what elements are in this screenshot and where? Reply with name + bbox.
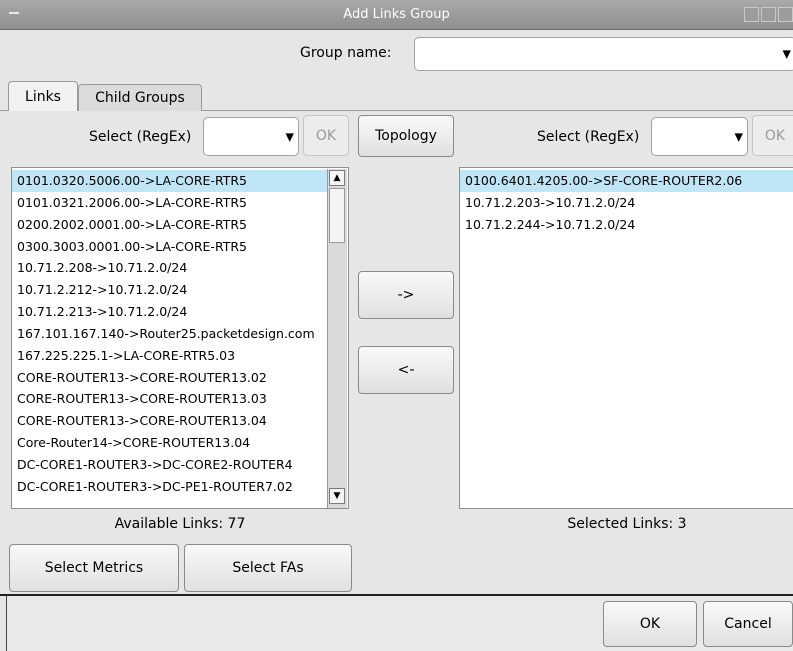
list-item[interactable]: CORE-ROUTER13->CORE-ROUTER13.04 <box>12 410 328 432</box>
cancel-button[interactable]: Cancel <box>703 601 793 647</box>
scrollbar-thumb[interactable] <box>329 188 345 243</box>
right-ok-button[interactable]: OK <box>752 115 793 156</box>
tab-links[interactable]: Links <box>8 81 78 111</box>
list-item[interactable]: 0101.0321.2006.00->LA-CORE-RTR5 <box>12 192 328 214</box>
chevron-down-icon[interactable]: ▼ <box>735 130 743 143</box>
tab-links-label: Links <box>25 88 61 105</box>
select-metrics-button[interactable]: Select Metrics <box>9 544 179 592</box>
list-item[interactable]: 167.225.225.1->LA-CORE-RTR5.03 <box>12 345 328 367</box>
tab-child-groups[interactable]: Child Groups <box>78 84 202 111</box>
ok-button[interactable]: OK <box>603 601 697 647</box>
list-item[interactable]: 0101.0320.5006.00->LA-CORE-RTR5 <box>12 170 328 192</box>
chevron-down-icon[interactable]: ▼ <box>286 130 294 143</box>
minimize-button[interactable] <box>744 7 759 22</box>
list-item[interactable]: CORE-ROUTER13->CORE-ROUTER13.03 <box>12 388 328 410</box>
right-regex-combo[interactable]: ▼ <box>651 117 748 156</box>
left-ok-button[interactable]: OK <box>303 115 349 156</box>
list-item[interactable]: 0100.6401.4205.00->SF-CORE-ROUTER2.06 <box>460 170 793 192</box>
left-regex-label: Select (RegEx) <box>89 129 192 145</box>
title-bar[interactable]: Add Links Group <box>0 0 793 30</box>
list-item[interactable]: 10.71.2.244->10.71.2.0/24 <box>460 214 793 236</box>
topology-button[interactable]: Topology <box>358 115 454 157</box>
selected-links-count: Selected Links: 3 <box>567 516 687 532</box>
list-item[interactable]: Core-Router14->CORE-ROUTER13.04 <box>12 432 328 454</box>
remove-link-button[interactable]: <- <box>358 346 454 394</box>
selected-links-list[interactable]: 0100.6401.4205.00->SF-CORE-ROUTER2.06 10… <box>459 167 793 509</box>
list-item[interactable]: 167.101.167.140->Router25.packetdesign.c… <box>12 323 328 345</box>
list-item[interactable]: CORE-ROUTER13->CORE-ROUTER13.02 <box>12 367 328 389</box>
right-regex-label: Select (RegEx) <box>537 129 640 145</box>
available-links-count: Available Links: 77 <box>114 516 246 532</box>
list-item[interactable]: DC-CORE1-ROUTER3->DC-CORE2-ROUTER4 <box>12 454 328 476</box>
arrow-up-icon[interactable]: ▲ <box>329 170 345 186</box>
list-item[interactable]: 10.71.2.208->10.71.2.0/24 <box>12 257 328 279</box>
list-item[interactable]: 10.71.2.212->10.71.2.0/24 <box>12 279 328 301</box>
list-item[interactable]: 10.71.2.213->10.71.2.0/24 <box>12 301 328 323</box>
window-title: Add Links Group <box>343 7 450 22</box>
close-button[interactable] <box>778 7 793 22</box>
tab-child-groups-label: Child Groups <box>95 90 185 106</box>
select-fas-button[interactable]: Select FAs <box>184 544 352 592</box>
available-links-list[interactable]: 0101.0320.5006.00->LA-CORE-RTR5 0101.032… <box>11 167 349 509</box>
list-item[interactable]: 0200.2002.0001.00->LA-CORE-RTR5 <box>12 214 328 236</box>
arrow-down-icon[interactable]: ▼ <box>329 488 345 504</box>
group-name-label: Group name: <box>300 45 392 61</box>
group-name-combo[interactable]: ▼ <box>414 37 793 71</box>
list-item[interactable]: 10.71.2.203->10.71.2.0/24 <box>460 192 793 214</box>
add-link-button[interactable]: -> <box>358 271 454 319</box>
chevron-down-icon[interactable]: ▼ <box>783 48 791 61</box>
left-regex-combo[interactable]: ▼ <box>203 117 299 156</box>
maximize-button[interactable] <box>761 7 776 22</box>
list-item[interactable]: DC-CORE1-ROUTER3->DC-PE1-ROUTER7.02 <box>12 476 328 498</box>
list-item[interactable]: 0300.3003.0001.00->LA-CORE-RTR5 <box>12 236 328 258</box>
